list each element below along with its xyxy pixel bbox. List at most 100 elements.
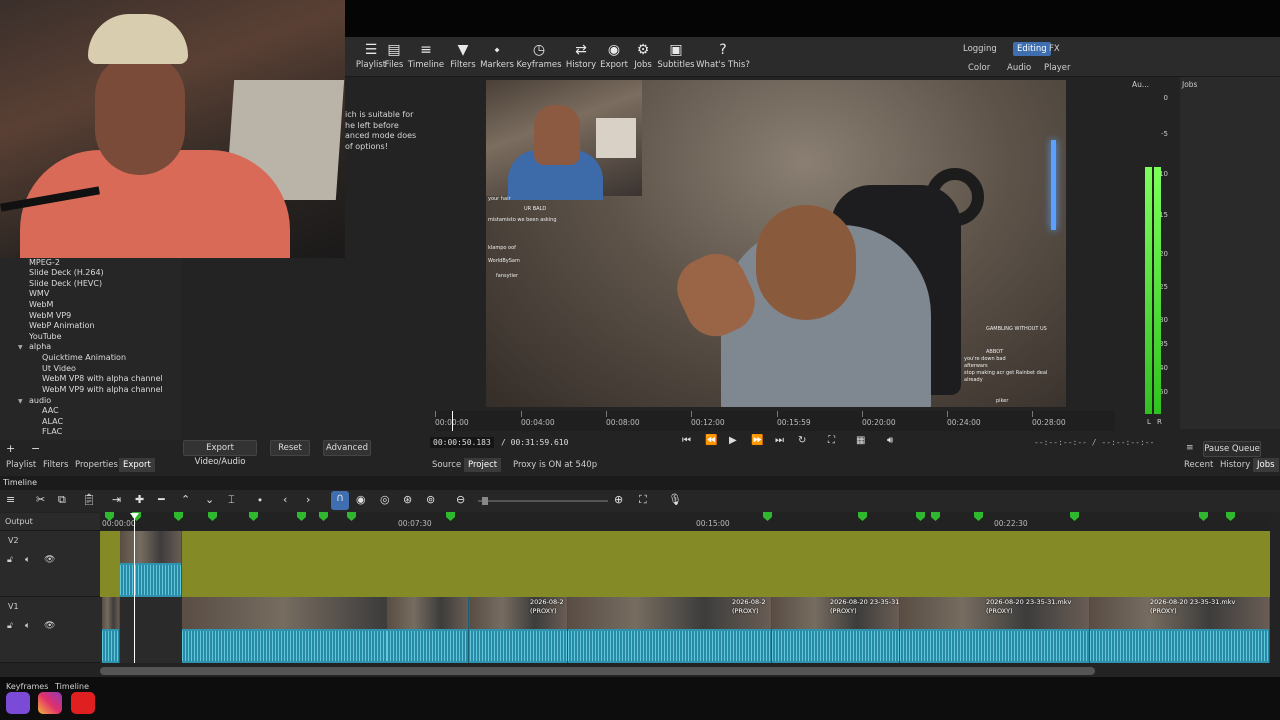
previous-marker-icon[interactable]: ‹ xyxy=(283,493,287,506)
ripple-icon[interactable]: ◎ xyxy=(380,493,390,506)
eye-icon[interactable]: 👁︎ xyxy=(44,555,55,565)
format-item[interactable]: ALAC xyxy=(42,417,63,426)
record-audio-icon[interactable]: 🎙︎ xyxy=(668,493,682,506)
lock-icon[interactable]: 🔓︎ xyxy=(7,621,13,631)
reset-button[interactable]: Reset xyxy=(270,440,310,456)
overwrite-icon[interactable]: ⌄ xyxy=(205,493,214,506)
format-item[interactable]: Ut Video xyxy=(42,364,76,373)
tab-properties[interactable]: Properties xyxy=(71,458,122,472)
append-icon[interactable]: ⇥ xyxy=(112,493,121,506)
track-v1[interactable]: 2026-08-2 (PROXY) 2026-08-2 (PROXY) 2026… xyxy=(100,597,1270,663)
zoom-out-icon[interactable]: ⊖ xyxy=(456,493,465,506)
track-header-v1[interactable]: V1 🔓︎ 🔈︎ 👁︎ xyxy=(0,597,100,663)
format-item[interactable]: FLAC xyxy=(42,427,62,436)
lift-icon[interactable]: ⌃ xyxy=(181,493,190,506)
timeline-clip[interactable]: 2026-08-20 23-35-31 (PROXY) xyxy=(772,597,900,663)
timeline-clip[interactable] xyxy=(387,597,469,663)
format-item[interactable]: AAC xyxy=(42,406,59,415)
cut-icon[interactable]: ✂ xyxy=(36,493,45,506)
ripple-markers-icon[interactable]: ⊚ xyxy=(426,493,435,506)
track-header-v2[interactable]: V2 🔓︎ 🔈︎ 👁︎ xyxy=(0,531,100,597)
grid-icon[interactable]: ▦ xyxy=(856,435,865,446)
workspace-color[interactable]: Color xyxy=(964,61,994,75)
workspace-fx[interactable]: FX xyxy=(1045,42,1064,56)
advanced-button[interactable]: Advanced xyxy=(323,440,371,456)
video-preview[interactable]: your hair UR BALD mistamisto we been ask… xyxy=(486,80,1066,407)
tab-jobs[interactable]: Jobs xyxy=(1253,458,1279,472)
next-marker-icon[interactable]: › xyxy=(306,493,310,506)
preview-person-head xyxy=(756,205,856,320)
snap-icon[interactable]: ∩ xyxy=(331,491,349,510)
workspace-logging[interactable]: Logging xyxy=(959,42,1001,56)
player-ruler[interactable]: 00:00:00 00:04:00 00:08:00 00:12:00 00:1… xyxy=(435,411,1115,431)
menu-icon[interactable]: ≡ xyxy=(1186,443,1194,453)
ripple-all-icon[interactable]: ⊛ xyxy=(403,493,412,506)
timeline-clip[interactable] xyxy=(102,597,120,663)
remove-preset-button[interactable]: − xyxy=(31,442,40,455)
skip-next-icon[interactable]: ⏭ xyxy=(775,435,784,446)
format-item[interactable]: Slide Deck (HEVC) xyxy=(29,279,102,288)
player-playhead[interactable] xyxy=(452,411,453,431)
format-item[interactable]: YouTube xyxy=(29,332,62,341)
whats-this-button[interactable]: ? What's This? xyxy=(695,41,751,75)
volume-icon[interactable]: 🔊︎ xyxy=(887,435,893,446)
timeline-clip[interactable] xyxy=(120,531,182,597)
add-icon[interactable]: ✚ xyxy=(135,493,144,506)
tab-export[interactable]: Export xyxy=(119,458,155,472)
rewind-icon[interactable]: ⏪ xyxy=(705,435,717,446)
paste-icon[interactable]: 📋︎ xyxy=(82,493,96,506)
play-icon[interactable]: ▶ xyxy=(729,435,737,446)
timeline-ruler[interactable]: 00:00:00 00:07:30 00:15:00 00:22:30 xyxy=(100,513,1270,531)
workspace-player[interactable]: Player xyxy=(1040,61,1074,75)
tab-playlist[interactable]: Playlist xyxy=(2,458,40,472)
zoom-fit-icon[interactable]: ⛶ xyxy=(639,493,647,507)
format-item[interactable]: MPEG-2 xyxy=(29,258,60,267)
timeline-clip[interactable]: 2026-08-20 23-35-31.mkv (PROXY) xyxy=(1090,597,1270,663)
format-item[interactable]: Slide Deck (H.264) xyxy=(29,268,104,277)
format-item[interactable]: Quicktime Animation xyxy=(42,353,126,362)
timeline-playhead[interactable] xyxy=(134,513,135,663)
add-preset-button[interactable]: + xyxy=(6,442,15,455)
timeline-scrollbar[interactable] xyxy=(100,667,1095,675)
skip-previous-icon[interactable]: ⏮ xyxy=(682,435,691,446)
pause-queue-button[interactable]: Pause Queue xyxy=(1203,441,1261,457)
timeline-clip[interactable]: 2026-08-20 23-35-31.mkv (PROXY) xyxy=(900,597,1090,663)
format-item[interactable]: WebP Animation xyxy=(29,321,95,330)
zoom-slider[interactable] xyxy=(478,497,608,505)
track-v2[interactable] xyxy=(100,531,1270,597)
tab-project[interactable]: Project xyxy=(464,458,502,472)
tab-source[interactable]: Source xyxy=(428,458,465,472)
timeline-clip[interactable]: 2026-08-2 (PROXY) xyxy=(470,597,568,663)
zoom-in-icon[interactable]: ⊕ xyxy=(614,493,623,506)
format-item[interactable]: WebM VP9 xyxy=(29,311,71,320)
format-item[interactable]: WebM xyxy=(29,300,53,309)
format-item[interactable]: WebM VP8 with alpha channel xyxy=(42,374,163,383)
split-icon[interactable]: ⌶ xyxy=(228,493,235,507)
collapse-arrow-icon[interactable]: ▼ xyxy=(18,344,23,351)
timeline-menu-icon[interactable]: ≡ xyxy=(6,493,15,506)
workspace-audio[interactable]: Audio xyxy=(1003,61,1035,75)
zoom-slider-handle[interactable] xyxy=(482,497,488,505)
collapse-arrow-icon[interactable]: ▼ xyxy=(18,398,23,405)
tab-filters[interactable]: Filters xyxy=(39,458,72,472)
fast-forward-icon[interactable]: ⏩ xyxy=(751,435,763,446)
mute-icon[interactable]: 🔈︎ xyxy=(25,621,30,631)
format-group-audio[interactable]: audio xyxy=(29,396,51,405)
format-item[interactable]: WMV xyxy=(29,289,49,298)
current-timecode[interactable]: 00:00:50.183 xyxy=(430,437,494,448)
mute-icon[interactable]: 🔈︎ xyxy=(25,555,30,565)
scrub-icon[interactable]: ◉ xyxy=(356,493,366,506)
lock-icon[interactable]: 🔓︎ xyxy=(7,555,13,565)
loop-icon[interactable]: ↻ xyxy=(798,435,806,446)
tab-history[interactable]: History xyxy=(1216,458,1254,472)
eye-icon[interactable]: 👁︎ xyxy=(44,621,55,631)
timeline-clip[interactable]: 2026-08-2 (PROXY) xyxy=(568,597,772,663)
zoom-fit-icon[interactable]: ⛶ xyxy=(828,435,835,446)
copy-icon[interactable]: ⧉ xyxy=(58,493,66,507)
export-video-audio-button[interactable]: Export Video/Audio xyxy=(183,440,257,467)
remove-icon[interactable]: ━ xyxy=(158,493,165,506)
format-group-alpha[interactable]: alpha xyxy=(29,342,51,351)
tab-recent[interactable]: Recent xyxy=(1180,458,1217,472)
marker-icon[interactable]: ⬩ xyxy=(258,493,262,507)
format-item[interactable]: WebM VP9 with alpha channel xyxy=(42,385,163,394)
